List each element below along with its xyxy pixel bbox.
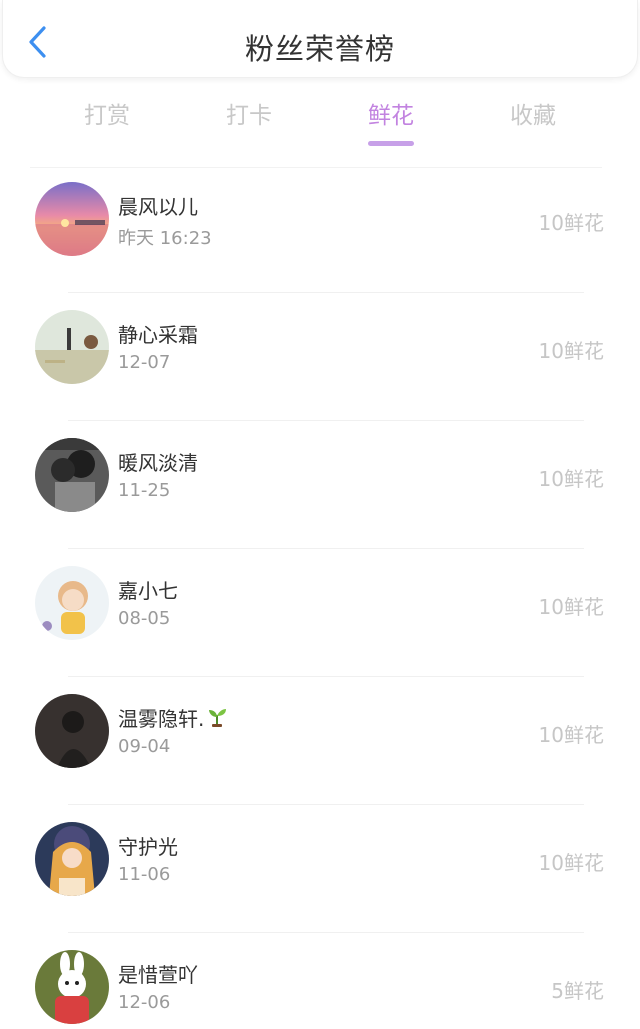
- tab-label: 打卡: [226, 103, 272, 129]
- fan-time: 昨天 16:23: [118, 228, 212, 249]
- fans-honor-page: 粉丝荣誉榜 打赏 打卡 鲜花 收藏 晨风以儿 昨天 16:23 10鲜花 静心采…: [0, 0, 640, 1029]
- flower-amount: 10鲜花: [538, 595, 604, 619]
- list-item[interactable]: 静心采霜 12-07 10鲜花: [0, 293, 640, 421]
- fan-time: 12-06: [118, 992, 171, 1013]
- fan-time: 12-07: [118, 352, 171, 373]
- fan-name-text: 温雾隐轩.: [118, 707, 205, 731]
- fan-name: 温雾隐轩.: [118, 703, 228, 732]
- list-item[interactable]: 暖风淡清 11-25 10鲜花: [0, 421, 640, 549]
- tab-label: 收藏: [510, 103, 556, 129]
- fan-name: 静心采霜: [118, 323, 198, 347]
- list-item[interactable]: 嘉小七 08-05 10鲜花: [0, 549, 640, 677]
- active-tab-indicator: [368, 141, 414, 146]
- avatar: [35, 950, 109, 1024]
- flower-amount: 10鲜花: [538, 467, 604, 491]
- fan-name: 是惜萱吖: [118, 963, 198, 987]
- flower-amount: 10鲜花: [538, 211, 604, 235]
- page-title: 粉丝荣誉榜: [244, 32, 395, 66]
- avatar: [35, 310, 109, 384]
- flower-amount: 10鲜花: [538, 339, 604, 363]
- flower-amount: 10鲜花: [538, 723, 604, 747]
- fan-name: 守护光: [118, 835, 178, 859]
- tab-favorites[interactable]: 收藏: [488, 96, 578, 130]
- tab-label: 打赏: [84, 103, 130, 129]
- flower-amount: 10鲜花: [538, 851, 604, 875]
- fan-name: 晨风以儿: [118, 195, 198, 219]
- avatar: [35, 182, 109, 256]
- list-item[interactable]: 晨风以儿 昨天 16:23 10鲜花: [0, 165, 640, 293]
- avatar: [35, 822, 109, 896]
- tab-bar: 打赏 打卡 鲜花 收藏: [0, 96, 640, 156]
- list-item[interactable]: 守护光 11-06 10鲜花: [0, 805, 640, 933]
- flower-amount: 5鲜花: [551, 979, 604, 1003]
- tab-flowers[interactable]: 鲜花: [346, 96, 436, 146]
- list-item[interactable]: 是惜萱吖 12-06 5鲜花: [0, 933, 640, 1029]
- fan-time: 09-04: [118, 736, 171, 757]
- fan-name: 暖风淡清: [118, 451, 198, 475]
- tab-reward[interactable]: 打赏: [62, 96, 152, 130]
- fan-time: 11-25: [118, 480, 171, 501]
- seedling-icon: [209, 709, 227, 727]
- avatar: [35, 694, 109, 768]
- fan-time: 08-05: [118, 608, 171, 629]
- tab-checkin[interactable]: 打卡: [204, 96, 294, 130]
- header-bar: 粉丝荣誉榜: [2, 0, 638, 78]
- fan-name: 嘉小七: [118, 579, 178, 603]
- list-item[interactable]: 温雾隐轩. 09-04 10鲜花: [0, 677, 640, 805]
- fan-time: 11-06: [118, 864, 171, 885]
- avatar: [35, 438, 109, 512]
- avatar: [35, 566, 109, 640]
- tab-label: 鲜花: [368, 103, 414, 129]
